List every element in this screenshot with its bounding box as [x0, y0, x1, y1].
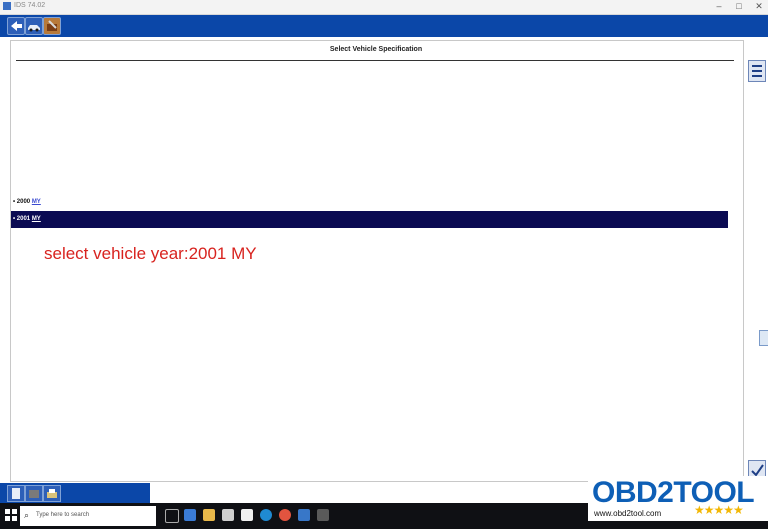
start-button[interactable]: [4, 508, 18, 522]
minimize-icon[interactable]: –: [712, 1, 726, 11]
year-label: 2001: [16, 216, 31, 222]
annotation-caption: select vehicle year:2001 MY: [44, 244, 257, 263]
bottom-button-2[interactable]: [25, 485, 43, 502]
back-arrow-icon: [11, 21, 22, 31]
printer-icon: [47, 489, 57, 498]
bottom-button-1[interactable]: [7, 485, 25, 502]
toolbar: [0, 15, 768, 37]
list-view-button[interactable]: [748, 60, 766, 82]
edge-icon[interactable]: [260, 509, 272, 521]
vehicle-icon: [28, 25, 40, 32]
watermark-url: www.obd2tool.com: [594, 509, 662, 518]
list-item-2000-my[interactable]: • 2000 MY: [11, 194, 728, 211]
window-title-bar: [0, 0, 768, 15]
document-icon: [12, 488, 20, 499]
windows-logo-icon: [5, 509, 17, 521]
my-link[interactable]: MY: [32, 199, 41, 205]
search-icon: ⌕: [24, 510, 30, 520]
edge-legacy-icon[interactable]: [184, 509, 196, 521]
store-icon[interactable]: [222, 509, 234, 521]
toolbox-icon: [47, 20, 57, 31]
vehicle-button[interactable]: [25, 17, 43, 35]
close-icon[interactable]: ✕: [752, 1, 766, 12]
window-title: IDS 74.02: [14, 2, 46, 9]
search-placeholder: Type here to search: [36, 512, 90, 518]
back-button[interactable]: [7, 17, 25, 35]
maximize-icon[interactable]: □: [732, 1, 746, 11]
side-panel-tab[interactable]: [759, 330, 768, 346]
list-icon: [752, 65, 762, 77]
ids-app-icon[interactable]: [298, 509, 310, 521]
mail-icon[interactable]: [241, 509, 253, 521]
heading-divider: [16, 60, 734, 61]
terminal-icon[interactable]: [317, 509, 329, 521]
toolbox-button[interactable]: [43, 17, 61, 35]
watermark-stars: ★★★★★: [694, 503, 744, 517]
chrome-icon[interactable]: [279, 509, 291, 521]
file-explorer-icon[interactable]: [203, 509, 215, 521]
task-view-icon[interactable]: [165, 509, 179, 523]
page-title: Select Vehicle Specification: [329, 46, 423, 53]
year-label: 2000: [16, 199, 31, 205]
app-icon: [3, 2, 11, 10]
my-link[interactable]: MY: [32, 216, 41, 222]
list-item-2001-my[interactable]: • 2001 MY: [11, 211, 728, 228]
bottom-button-3[interactable]: [43, 485, 61, 502]
module-icon: [29, 490, 39, 498]
